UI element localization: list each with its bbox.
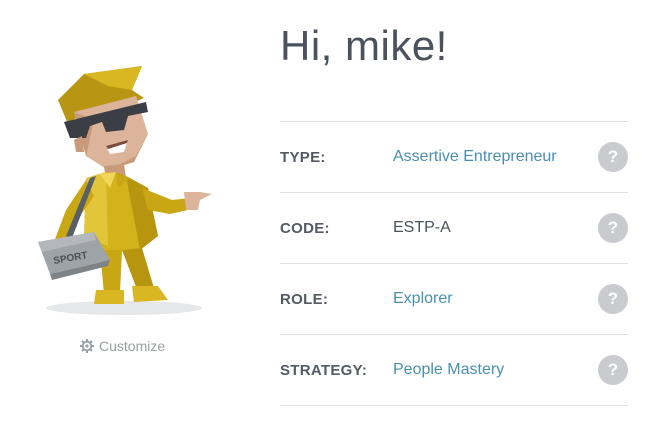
trait-row-strategy: STRATEGY: People Mastery ? — [280, 334, 628, 406]
greeting-heading: Hi, mike! — [280, 22, 448, 69]
trait-label: TYPE: — [280, 148, 326, 166]
help-icon[interactable]: ? — [598, 213, 628, 243]
customize-link[interactable]: Customize — [80, 338, 165, 354]
avatar-illustration: SPORT — [38, 66, 212, 315]
help-icon[interactable]: ? — [598, 142, 628, 172]
trait-value: ESTP-A — [393, 219, 451, 236]
help-icon[interactable]: ? — [598, 355, 628, 385]
trait-value-link[interactable]: Assertive Entrepreneur — [393, 148, 598, 166]
help-icon[interactable]: ? — [598, 284, 628, 314]
customize-label: Customize — [99, 338, 166, 354]
trait-label: CODE: — [280, 219, 330, 237]
trait-label: STRATEGY: — [280, 361, 368, 379]
gear-icon — [80, 339, 94, 353]
trait-value-link[interactable]: People Mastery — [393, 361, 598, 379]
profile-summary: SPORT Customize Hi, mike! TYPE: Assertiv… — [0, 0, 665, 421]
traits-list: TYPE: Assertive Entrepreneur ? CODE: EST… — [280, 121, 628, 406]
trait-row-type: TYPE: Assertive Entrepreneur ? — [280, 121, 628, 192]
trait-value-link[interactable]: Explorer — [393, 290, 598, 308]
trait-label: ROLE: — [280, 290, 329, 308]
trait-row-code: CODE: ESTP-A ? — [280, 192, 628, 263]
trait-row-role: ROLE: Explorer ? — [280, 263, 628, 334]
